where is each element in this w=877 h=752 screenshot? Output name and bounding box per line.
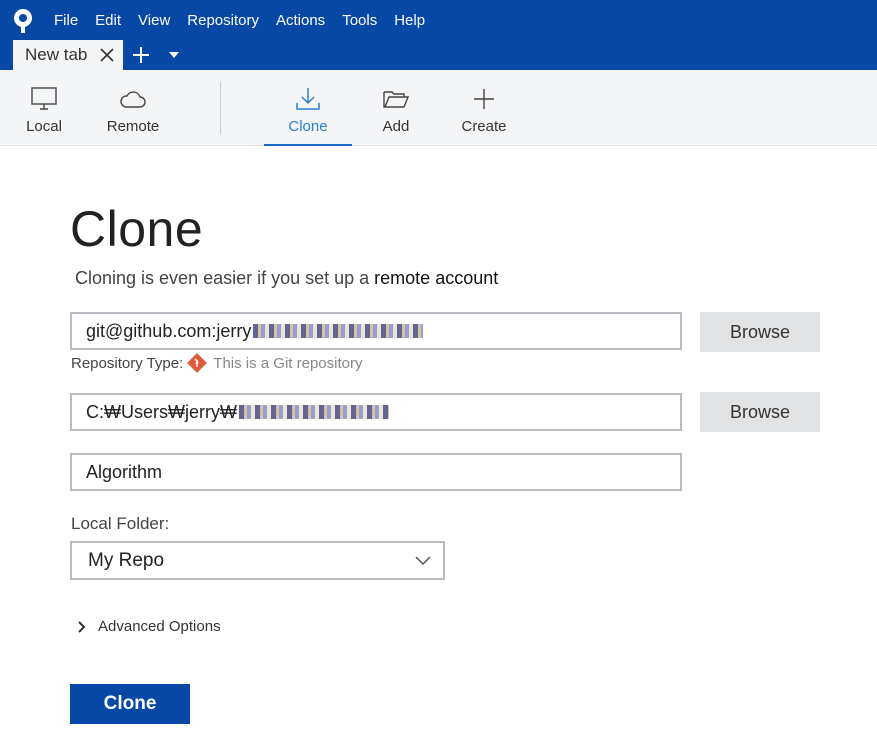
repo-type-label: Repository Type: [71, 354, 184, 372]
subtitle-text: Cloning is even easier if you set up a [75, 268, 375, 288]
toolbar-clone[interactable]: Clone [264, 70, 352, 146]
advanced-options-label: Advanced Options [98, 618, 221, 635]
menu-edit[interactable]: Edit [95, 10, 121, 31]
cloud-icon [119, 86, 147, 112]
local-folder-value: My Repo [88, 549, 165, 571]
toolbar-local-label: Local [26, 118, 62, 135]
toolbar-remote-label: Remote [106, 118, 160, 135]
destination-path-field[interactable]: C:₩Users₩jerry₩ [70, 393, 682, 431]
toolbar-create-label: Create [461, 118, 507, 135]
chevron-down-icon [403, 556, 443, 565]
page-title: Clone [70, 201, 204, 257]
menu-tools[interactable]: Tools [342, 10, 377, 31]
plus-icon [473, 86, 495, 112]
menu-view[interactable]: View [138, 10, 170, 31]
close-icon[interactable] [97, 45, 117, 65]
browse-source-button[interactable]: Browse [700, 312, 820, 352]
advanced-options-toggle[interactable]: Advanced Options [78, 618, 221, 635]
subtitle: Cloning is even easier if you set up a r… [75, 268, 498, 289]
menu-help[interactable]: Help [394, 10, 425, 31]
tab-label: New tab [25, 45, 88, 64]
sourcetree-logo-icon[interactable] [12, 8, 34, 34]
menu-bar: File Edit View Repository Actions Tools … [54, 10, 442, 31]
chevron-right-icon [78, 620, 86, 633]
toolbar: Local Remote Clone Add Create [0, 70, 877, 146]
tab-strip: New tab [13, 40, 189, 70]
toolbar-local[interactable]: Local [22, 70, 66, 146]
toolbar-create[interactable]: Create [460, 70, 508, 146]
repo-type-value: This is a Git repository [213, 354, 363, 372]
git-icon [187, 353, 208, 373]
redacted-text [253, 324, 424, 338]
repo-name-field[interactable]: Algorithm [70, 453, 682, 491]
monitor-icon [31, 86, 57, 112]
local-folder-label: Local Folder: [71, 514, 170, 533]
clone-button[interactable]: Clone [70, 684, 190, 724]
toolbar-add[interactable]: Add [380, 70, 412, 146]
folder-open-icon [383, 86, 409, 112]
new-tab-plus-icon[interactable] [123, 40, 159, 70]
local-folder-select[interactable]: My Repo [70, 541, 445, 580]
remote-account-link[interactable]: remote account [374, 268, 498, 288]
source-url-value: git@github.com:jerry [86, 320, 252, 341]
destination-path-value: C:₩Users₩jerry₩ [86, 401, 237, 422]
repository-type: Repository Type: This is a Git repositor… [71, 353, 363, 373]
toolbar-divider [220, 82, 221, 134]
source-url-field[interactable]: git@github.com:jerry [70, 312, 682, 350]
menu-actions[interactable]: Actions [276, 10, 325, 31]
download-icon [295, 86, 321, 112]
toolbar-clone-label: Clone [288, 118, 328, 135]
title-bar: File Edit View Repository Actions Tools … [0, 0, 877, 70]
toolbar-remote[interactable]: Remote [104, 70, 162, 146]
redacted-text [238, 405, 389, 419]
tab-new-tab[interactable]: New tab [13, 40, 123, 70]
menu-file[interactable]: File [54, 10, 78, 31]
tab-list-chevron-down-icon[interactable] [159, 40, 189, 70]
browse-destination-button[interactable]: Browse [700, 392, 820, 432]
menu-repository[interactable]: Repository [187, 10, 259, 31]
repo-name-value: Algorithm [86, 461, 163, 482]
toolbar-add-label: Add [382, 118, 410, 135]
